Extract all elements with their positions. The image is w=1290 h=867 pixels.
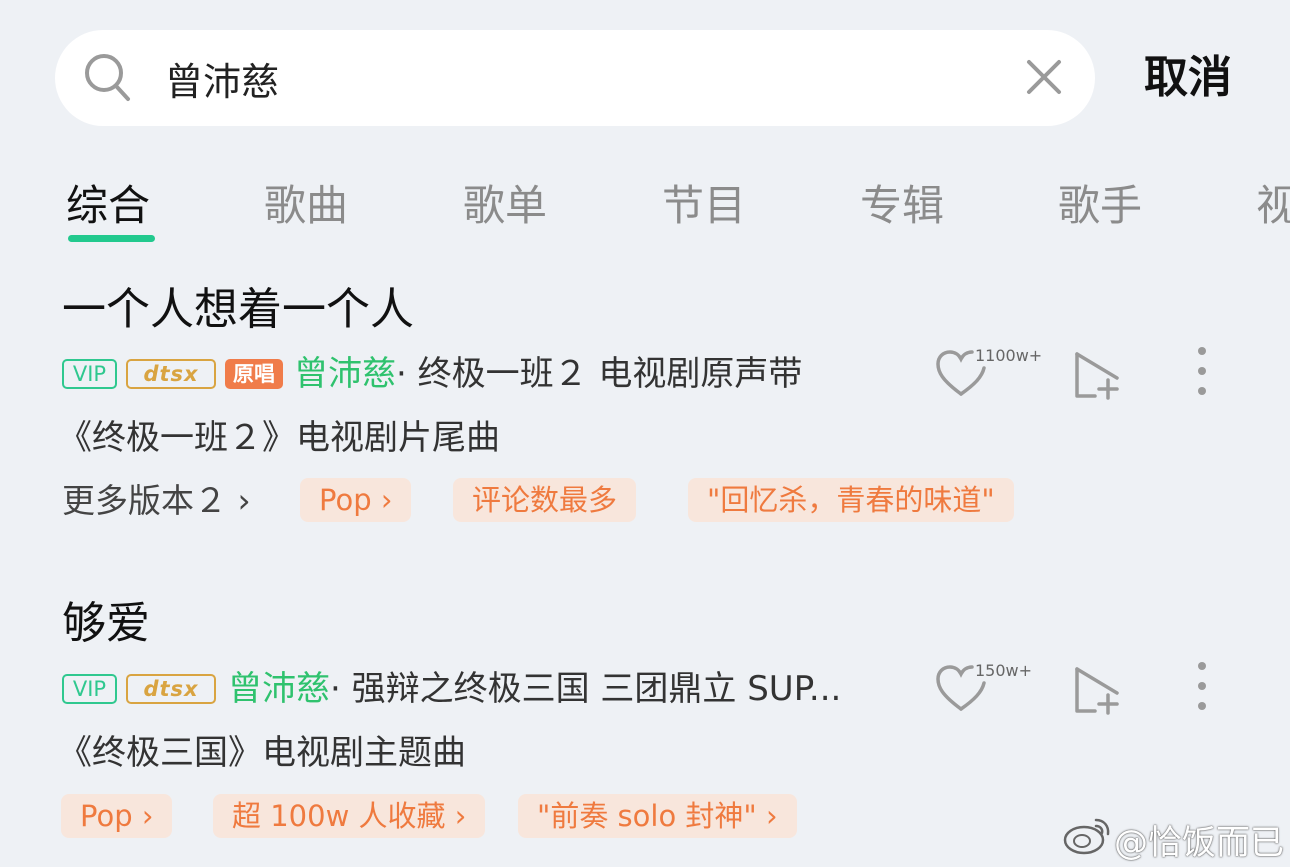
add-to-playlist-icon[interactable]	[1073, 665, 1123, 717]
song-description: 《终极三国》电视剧主题曲	[58, 733, 466, 773]
more-versions-link[interactable]: 更多版本２ ›	[62, 479, 251, 523]
quote-tag[interactable]: "回忆杀，青春的味道"	[688, 478, 1014, 522]
tab-programs[interactable]: 节目	[662, 178, 746, 234]
tab-playlists[interactable]: 歌单	[463, 178, 547, 234]
add-to-playlist-icon[interactable]	[1073, 350, 1123, 402]
ranking-tag[interactable]: 评论数最多	[453, 478, 637, 522]
tab-albums[interactable]: 专辑	[860, 178, 944, 234]
tab-videos[interactable]: 视	[1256, 178, 1290, 234]
more-options-icon[interactable]	[1195, 346, 1209, 396]
like-count: 1100w+	[975, 346, 1043, 365]
cancel-button[interactable]: 取消	[1144, 50, 1232, 106]
dtsx-badge: dtsx	[126, 359, 216, 389]
original-badge: 原唱	[225, 359, 283, 389]
like-count: 150w+	[975, 661, 1033, 680]
song-meta: 曾沛慈· 强辩之终极三国 三团鼎立 SUP...	[228, 667, 841, 711]
more-options-icon[interactable]	[1195, 661, 1209, 711]
album-info: · 终极一班２ 电视剧原声带	[396, 354, 803, 394]
active-tab-indicator	[68, 235, 155, 242]
artist-link[interactable]: 曾沛慈	[228, 669, 330, 709]
album-info: · 强辩之终极三国 三团鼎立 SUP...	[330, 669, 842, 709]
song-title[interactable]: 够爱	[62, 596, 150, 652]
dtsx-badge: dtsx	[126, 674, 216, 704]
song-title[interactable]: 一个人想着一个人	[62, 282, 414, 338]
artist-link[interactable]: 曾沛慈	[294, 354, 396, 394]
weibo-icon	[1063, 818, 1110, 855]
song-description: 《终极一班２》电视剧片尾曲	[58, 418, 500, 458]
search-icon	[85, 54, 130, 101]
tab-songs[interactable]: 歌曲	[264, 178, 348, 234]
favorites-tag[interactable]: 超 100w 人收藏 ›	[213, 794, 486, 838]
search-input[interactable]	[165, 52, 985, 104]
genre-tag[interactable]: Pop ›	[61, 794, 173, 838]
vip-badge: VIP	[62, 674, 117, 704]
tab-all[interactable]: 综合	[66, 178, 150, 234]
tab-artists[interactable]: 歌手	[1058, 178, 1142, 234]
quote-tag[interactable]: "前奏 solo 封神" ›	[518, 794, 797, 838]
song-meta: 曾沛慈· 终极一班２ 电视剧原声带	[294, 352, 802, 396]
watermark-text: @恰饭而已	[1114, 823, 1284, 863]
clear-icon[interactable]	[1025, 58, 1063, 96]
vip-badge: VIP	[62, 359, 117, 389]
genre-tag[interactable]: Pop ›	[300, 478, 412, 522]
